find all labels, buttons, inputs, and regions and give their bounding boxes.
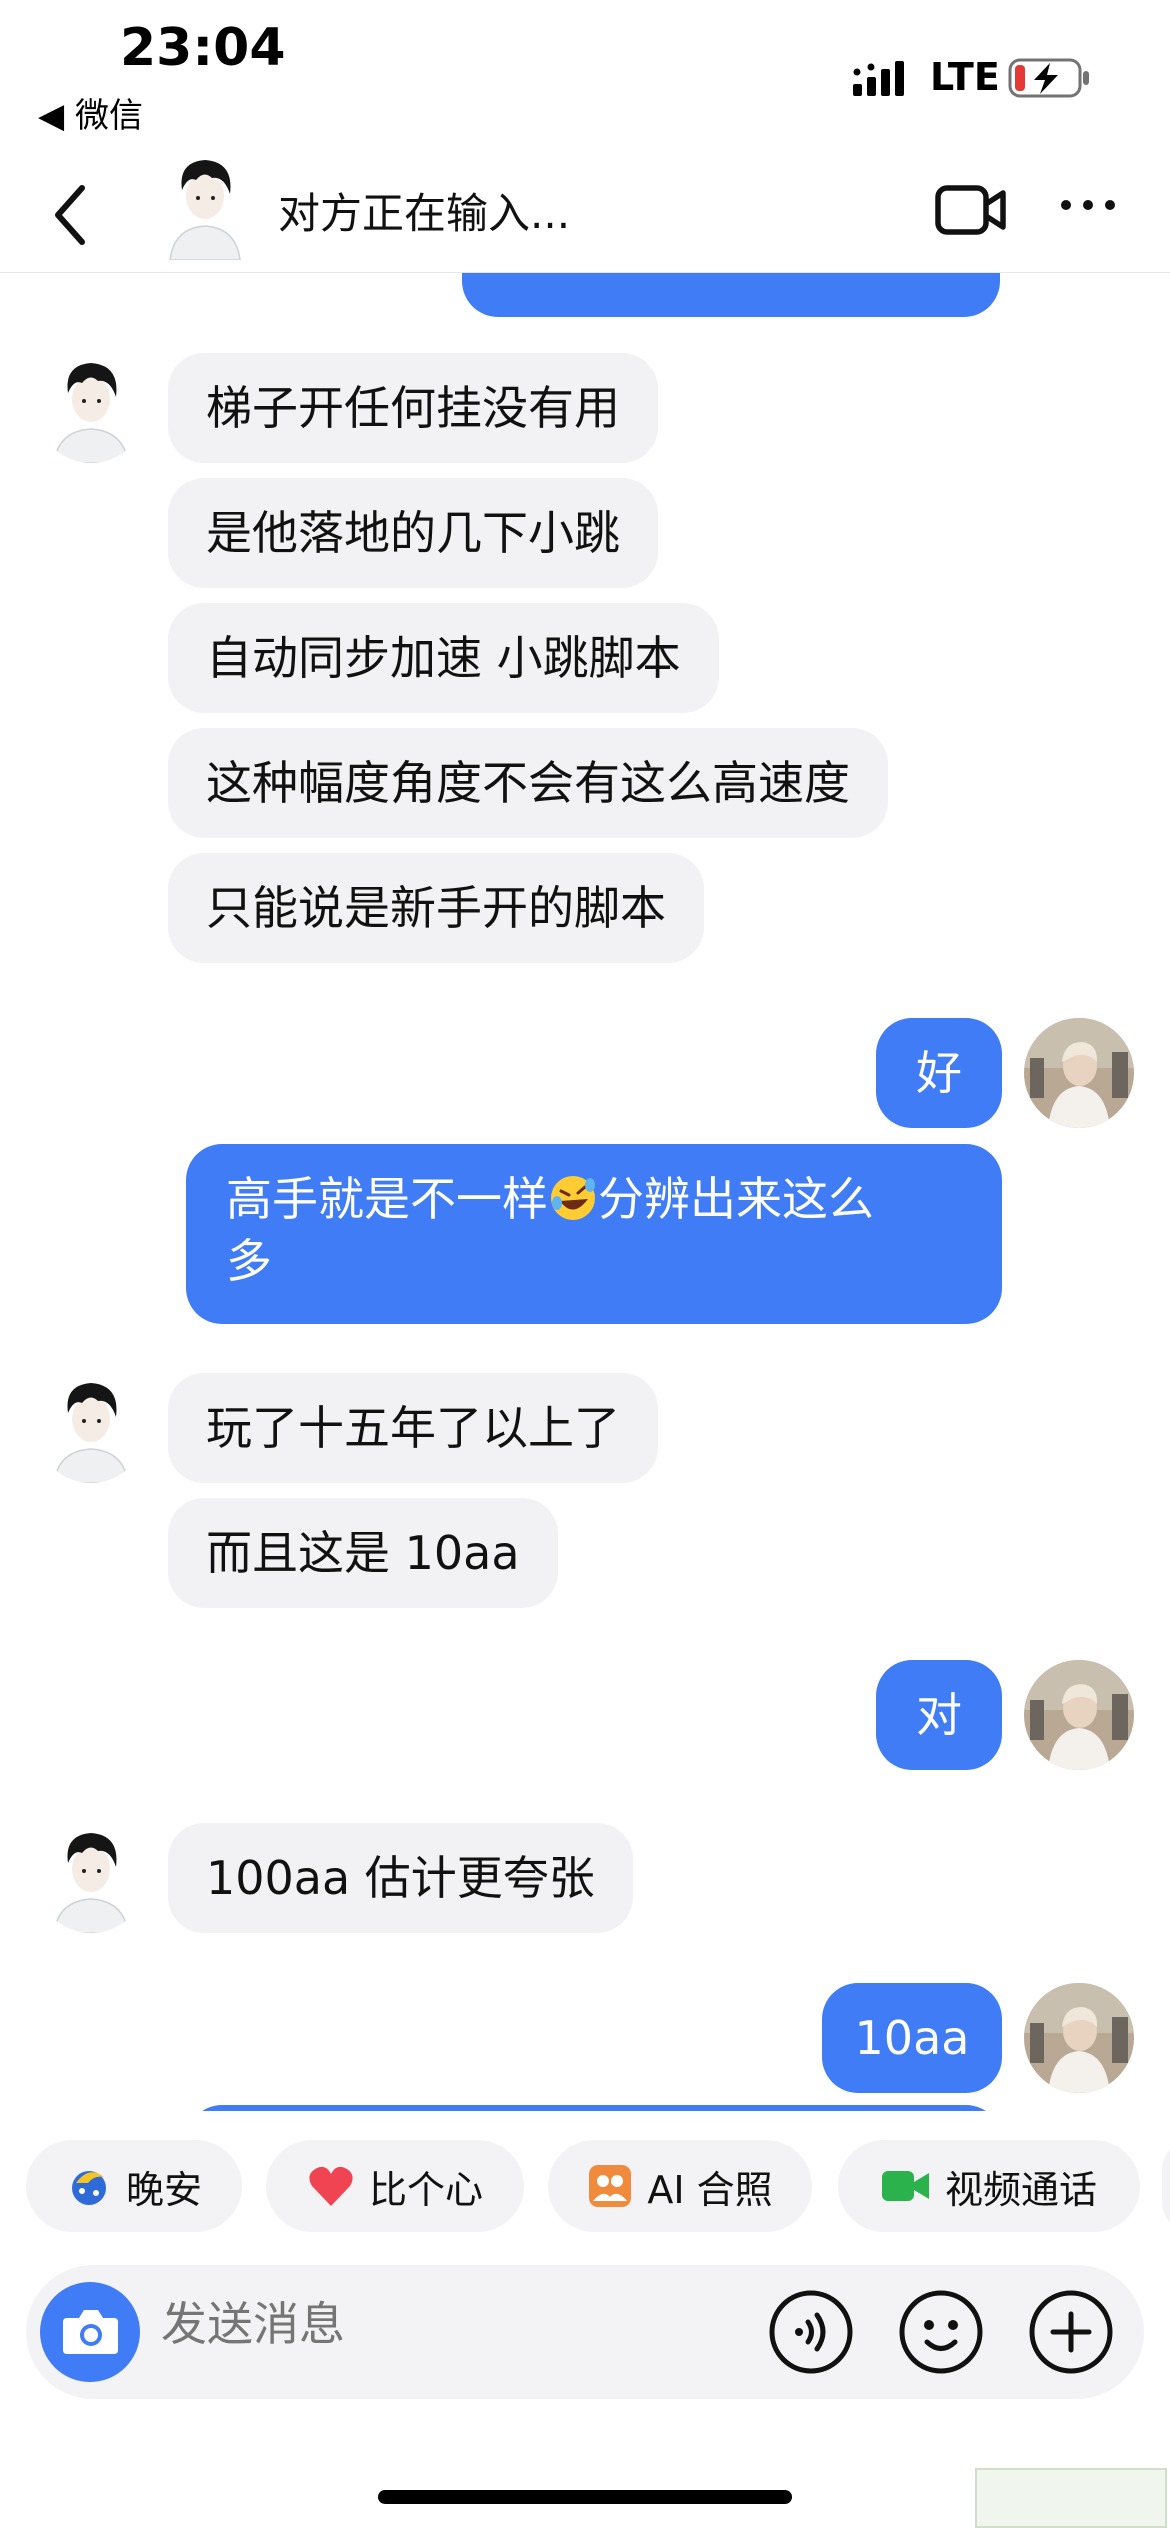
more-dots-icon[interactable] — [1058, 190, 1118, 220]
site-watermark-logo — [975, 2468, 1167, 2528]
contact-avatar[interactable] — [36, 353, 146, 463]
plus-icon[interactable] — [1028, 2289, 1114, 2375]
message-bubble-incoming[interactable]: 是他落地的几下小跳 — [168, 478, 658, 588]
quick-action-video-call[interactable]: 视频通话 — [838, 2140, 1140, 2232]
message-bubble-incoming[interactable]: 自动同步加速 小跳脚本 — [168, 603, 719, 713]
message-bubble-outgoing-partial — [186, 2105, 1002, 2111]
quick-action-label: AI 合照 — [647, 2167, 773, 2212]
heart-icon — [309, 2166, 353, 2206]
message-list[interactable]: 梯子开任何挂没有用 是他落地的几下小跳 自动同步加速 小跳脚本 这种幅度角度不会… — [0, 273, 1170, 2111]
message-bubble-outgoing[interactable]: 10aa — [822, 1983, 1002, 2093]
message-bubble-outgoing-partial — [462, 273, 1000, 317]
emoji-icon[interactable] — [898, 2289, 984, 2375]
message-bubble-outgoing[interactable]: 对 — [876, 1660, 1002, 1770]
contact-avatar[interactable] — [160, 150, 250, 260]
video-camera-icon[interactable] — [935, 182, 1007, 238]
chat-title: 对方正在输入... — [278, 189, 571, 238]
message-bubble-incoming[interactable]: 玩了十五年了以上了 — [168, 1373, 658, 1483]
voice-icon[interactable] — [768, 2289, 854, 2375]
rolling-on-floor-laughing-emoji — [551, 1176, 595, 1220]
message-bubble-incoming[interactable]: 梯子开任何挂没有用 — [168, 353, 658, 463]
contact-avatar[interactable] — [36, 1823, 146, 1933]
message-bubble-outgoing[interactable]: 高手就是不一样 分辨出来这么 多 — [186, 1144, 1002, 1324]
user-avatar[interactable] — [1024, 1660, 1134, 1770]
user-avatar[interactable] — [1024, 1018, 1134, 1128]
home-indicator[interactable] — [378, 2490, 792, 2504]
message-bubble-incoming[interactable]: 而且这是 10aa — [168, 1498, 558, 1608]
message-input-bar — [26, 2265, 1144, 2399]
message-bubble-incoming[interactable]: 只能说是新手开的脚本 — [168, 853, 704, 963]
camera-icon — [63, 2310, 118, 2354]
message-text: 高手就是不一样 — [226, 1172, 548, 1226]
network-type: LTE — [930, 55, 1000, 99]
moon-icon — [71, 2171, 106, 2205]
contact-avatar[interactable] — [36, 1373, 146, 1483]
message-bubble-incoming[interactable]: 100aa 估计更夸张 — [168, 1823, 633, 1933]
quick-action-ai-photo[interactable]: AI 合照 — [548, 2140, 812, 2232]
message-bubble-incoming[interactable]: 这种幅度角度不会有这么高速度 — [168, 728, 888, 838]
quick-action-heart[interactable]: 比个心 — [266, 2140, 524, 2232]
status-time: 23:04 — [120, 18, 286, 78]
quick-action-label: 比个心 — [368, 2167, 483, 2212]
chat-header: 对方正在输入... — [0, 150, 1170, 273]
message-text: 多 — [226, 1234, 272, 1288]
user-avatar[interactable] — [1024, 1983, 1134, 2093]
status-bar: 23:04 ◀ 微信 LTE — [0, 0, 1170, 150]
video-call-icon — [881, 2171, 929, 2201]
message-bubble-outgoing[interactable]: 好 — [876, 1018, 1002, 1128]
quick-actions-bar: 晚安 比个心 AI 合照 视频通话 — [0, 2140, 1170, 2240]
ai-photo-icon — [589, 2165, 632, 2207]
signal-icon — [853, 61, 904, 96]
quick-action-label: 视频通话 — [944, 2167, 1097, 2212]
message-input[interactable] — [161, 2297, 721, 2351]
battery-icon — [1008, 58, 1089, 98]
camera-button[interactable] — [40, 2282, 140, 2382]
chevron-left-icon[interactable] — [46, 180, 96, 250]
quick-action-goodnight[interactable]: 晚安 — [26, 2140, 242, 2232]
quick-action-label: 晚安 — [125, 2167, 202, 2212]
quick-action-overflow[interactable] — [1162, 2140, 1170, 2232]
back-to-app-link[interactable]: ◀ 微信 — [38, 88, 143, 137]
message-text: 分辨出来这么 — [598, 1172, 874, 1226]
